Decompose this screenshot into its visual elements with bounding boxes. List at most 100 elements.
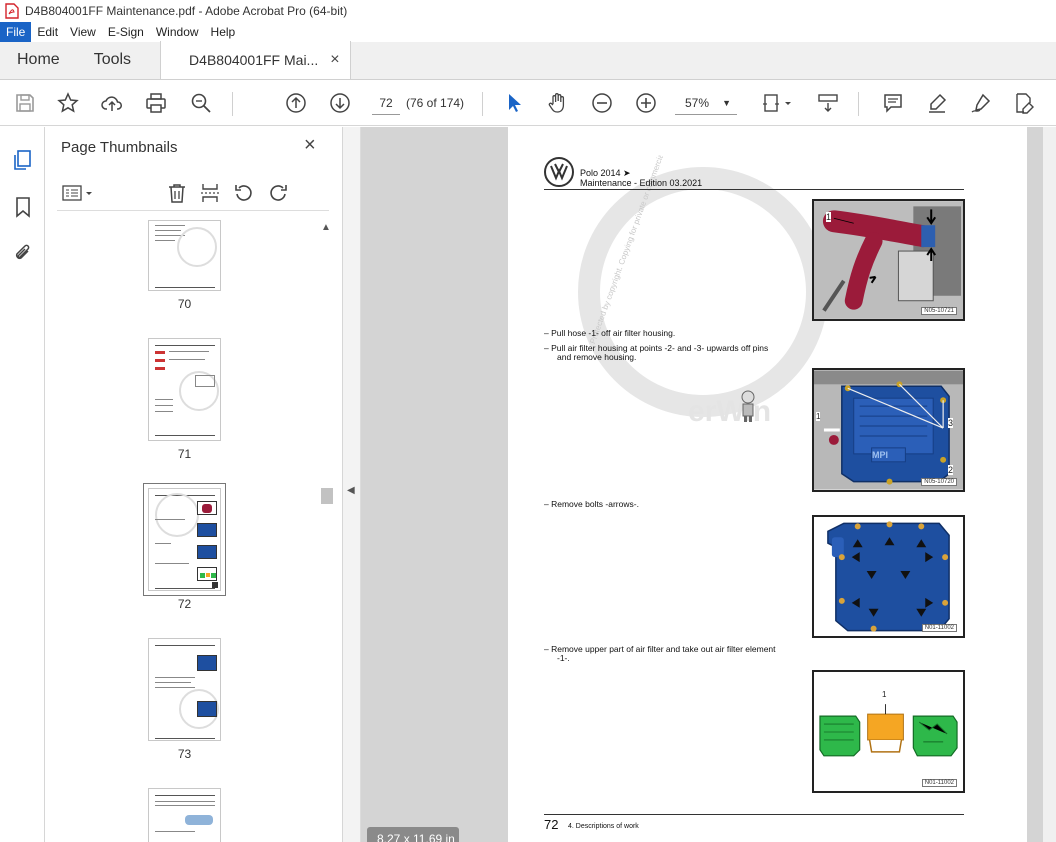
- figure-callout: 1: [816, 412, 821, 421]
- menu-window[interactable]: Window: [150, 22, 205, 42]
- thumbnail-image: [148, 338, 221, 441]
- title-bar: D4B804001FF Maintenance.pdf - Adobe Acro…: [0, 0, 1056, 22]
- previous-page-icon[interactable]: [284, 91, 308, 115]
- zoom-out-icon[interactable]: [590, 91, 614, 115]
- zoom-level-select[interactable]: 57% ▼: [675, 91, 737, 115]
- figure-code: N01-11002: [921, 624, 957, 632]
- figure-code: N01-11002: [921, 779, 957, 787]
- window-title: D4B804001FF Maintenance.pdf - Adobe Acro…: [25, 4, 348, 18]
- figure-bolts: N01-11002: [812, 515, 965, 638]
- figure-callout: MPI: [872, 450, 889, 460]
- menu-file[interactable]: File: [0, 22, 32, 42]
- watermark-brand: erWin: [688, 395, 772, 428]
- thumbnail-image: [148, 638, 221, 741]
- zoom-level-value: 57%: [685, 96, 710, 110]
- attachment-paperclip-icon[interactable]: [10, 240, 36, 266]
- page-thumbnails-icon[interactable]: [10, 147, 36, 173]
- thumbnail-label: 71: [177, 447, 192, 461]
- thumbnail-page[interactable]: 70: [148, 220, 221, 311]
- figure-filter-parts: 1 N01-11002: [812, 670, 965, 793]
- extract-pages-icon[interactable]: [198, 181, 222, 205]
- left-navigation-rail: [0, 127, 45, 842]
- close-tab-icon[interactable]: ×: [330, 41, 339, 79]
- thumbnail-page-selected[interactable]: 72: [143, 483, 226, 611]
- toolbar-separator: [858, 92, 859, 116]
- footer-divider: [544, 814, 964, 815]
- tab-tools[interactable]: Tools: [77, 41, 148, 79]
- chevron-down-icon: ▼: [722, 98, 731, 108]
- rotate-counterclockwise-icon[interactable]: [232, 181, 256, 205]
- edit-pdf-icon[interactable]: [1012, 91, 1036, 115]
- header-edition: Maintenance - Edition 03.2021: [580, 178, 703, 188]
- page-count: (76 of 174): [406, 96, 465, 110]
- close-panel-icon[interactable]: ×: [304, 134, 316, 157]
- thumbnail-page[interactable]: [148, 788, 221, 842]
- highlight-pen-icon[interactable]: [925, 91, 949, 115]
- figure-callout: 1: [882, 690, 887, 699]
- thumbnail-image: [143, 483, 226, 596]
- page-number-input[interactable]: [372, 91, 400, 115]
- thumbnail-label: 72: [177, 597, 192, 611]
- next-page-icon[interactable]: [328, 91, 352, 115]
- rotate-clockwise-icon[interactable]: [266, 181, 290, 205]
- step-text: and remove housing.: [557, 352, 637, 362]
- collapse-panel-icon[interactable]: ◀: [347, 485, 355, 496]
- figure-code: N05-10720: [921, 478, 957, 486]
- thumbnail-label: 70: [177, 297, 192, 311]
- bookmark-icon[interactable]: [10, 194, 36, 220]
- scroll-up-icon[interactable]: ▲: [321, 222, 331, 233]
- scroll-mode-icon[interactable]: [816, 91, 840, 115]
- select-cursor-icon[interactable]: [502, 91, 526, 115]
- vw-logo: [544, 157, 574, 187]
- page-thumbnails-panel: Page Thumbnails × 70 71 72 73 ▲: [45, 127, 343, 842]
- step-text: – Remove upper part of air filter and ta…: [544, 644, 776, 654]
- print-icon[interactable]: [144, 91, 168, 115]
- mascot-icon: [741, 390, 755, 422]
- header-divider: [544, 189, 964, 190]
- panel-splitter[interactable]: ◀: [343, 127, 361, 842]
- upload-cloud-icon[interactable]: [100, 91, 124, 115]
- footer-section: 4. Descriptions of work: [568, 823, 639, 830]
- document-scrollbar[interactable]: [1043, 127, 1056, 842]
- sign-pen-icon[interactable]: [969, 91, 993, 115]
- figure-housing: 1 2 3 MPI N05-10720: [812, 368, 965, 492]
- hand-tool-icon[interactable]: [546, 91, 570, 115]
- toolbar-separator: [482, 92, 483, 116]
- tab-document[interactable]: D4B804001FF Mai... ×: [160, 41, 351, 79]
- menu-bar: File Edit View E-Sign Window Help: [0, 22, 1056, 42]
- tab-bar: Home Tools D4B804001FF Mai... ×: [0, 41, 1056, 80]
- comment-icon[interactable]: [881, 91, 905, 115]
- menu-help[interactable]: Help: [205, 22, 242, 42]
- thumbnail-page[interactable]: 73: [148, 638, 221, 761]
- thumbnail-toolbar: [57, 175, 329, 211]
- menu-view[interactable]: View: [64, 22, 102, 42]
- zoom-in-icon[interactable]: [634, 91, 658, 115]
- figure-callout: 3: [948, 418, 954, 428]
- menu-esign[interactable]: E-Sign: [102, 22, 150, 42]
- figure-callout: 2: [948, 465, 954, 475]
- step-text: – Pull hose -1- off air filter housing.: [544, 328, 676, 338]
- zoom-search-icon[interactable]: [189, 91, 213, 115]
- menu-edit[interactable]: Edit: [31, 22, 64, 42]
- scrollbar-thumb[interactable]: [321, 488, 333, 504]
- thumbnail-scrollbar[interactable]: ▲: [320, 220, 334, 842]
- options-menu-icon[interactable]: [61, 181, 95, 205]
- panel-title: Page Thumbnails: [61, 139, 178, 156]
- thumbnail-label: 73: [177, 747, 192, 761]
- figure-callout: 1: [826, 212, 832, 222]
- thumbnail-page[interactable]: 71: [148, 338, 221, 461]
- delete-trash-icon[interactable]: [165, 181, 189, 205]
- document-view[interactable]: Protected by copyright. Copying for priv…: [361, 127, 1056, 842]
- bookmark-star-icon[interactable]: [56, 91, 80, 115]
- step-text: – Remove bolts -arrows-.: [544, 499, 639, 509]
- page-fit-icon[interactable]: [760, 91, 794, 115]
- tab-home[interactable]: Home: [0, 41, 77, 79]
- thumbnail-image: [148, 788, 221, 842]
- pdf-page: Protected by copyright. Copying for priv…: [508, 127, 1027, 842]
- save-icon[interactable]: [13, 91, 37, 115]
- main-toolbar: (76 of 174) 57% ▼: [0, 80, 1056, 126]
- step-text: -1-.: [557, 653, 570, 663]
- toolbar-separator: [232, 92, 233, 116]
- thumbnail-image: [148, 220, 221, 291]
- tab-document-label: D4B804001FF Mai...: [189, 52, 319, 68]
